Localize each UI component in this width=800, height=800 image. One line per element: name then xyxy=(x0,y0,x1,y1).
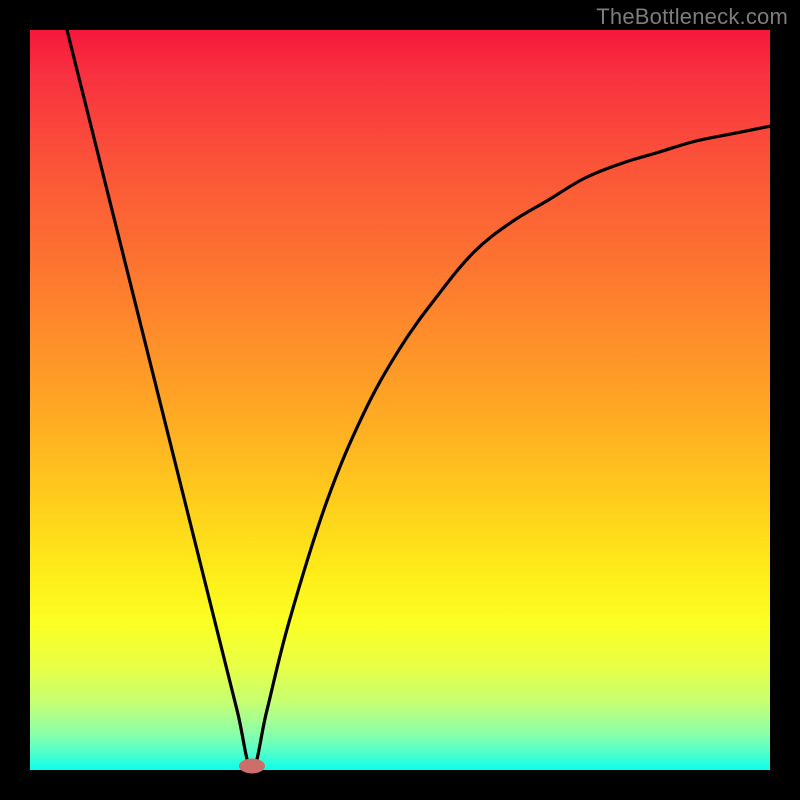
chart-frame: TheBottleneck.com xyxy=(0,0,800,800)
bottleneck-curve xyxy=(30,30,770,770)
plot-area xyxy=(30,30,770,770)
attribution-text: TheBottleneck.com xyxy=(596,4,788,30)
dip-marker xyxy=(239,759,265,774)
